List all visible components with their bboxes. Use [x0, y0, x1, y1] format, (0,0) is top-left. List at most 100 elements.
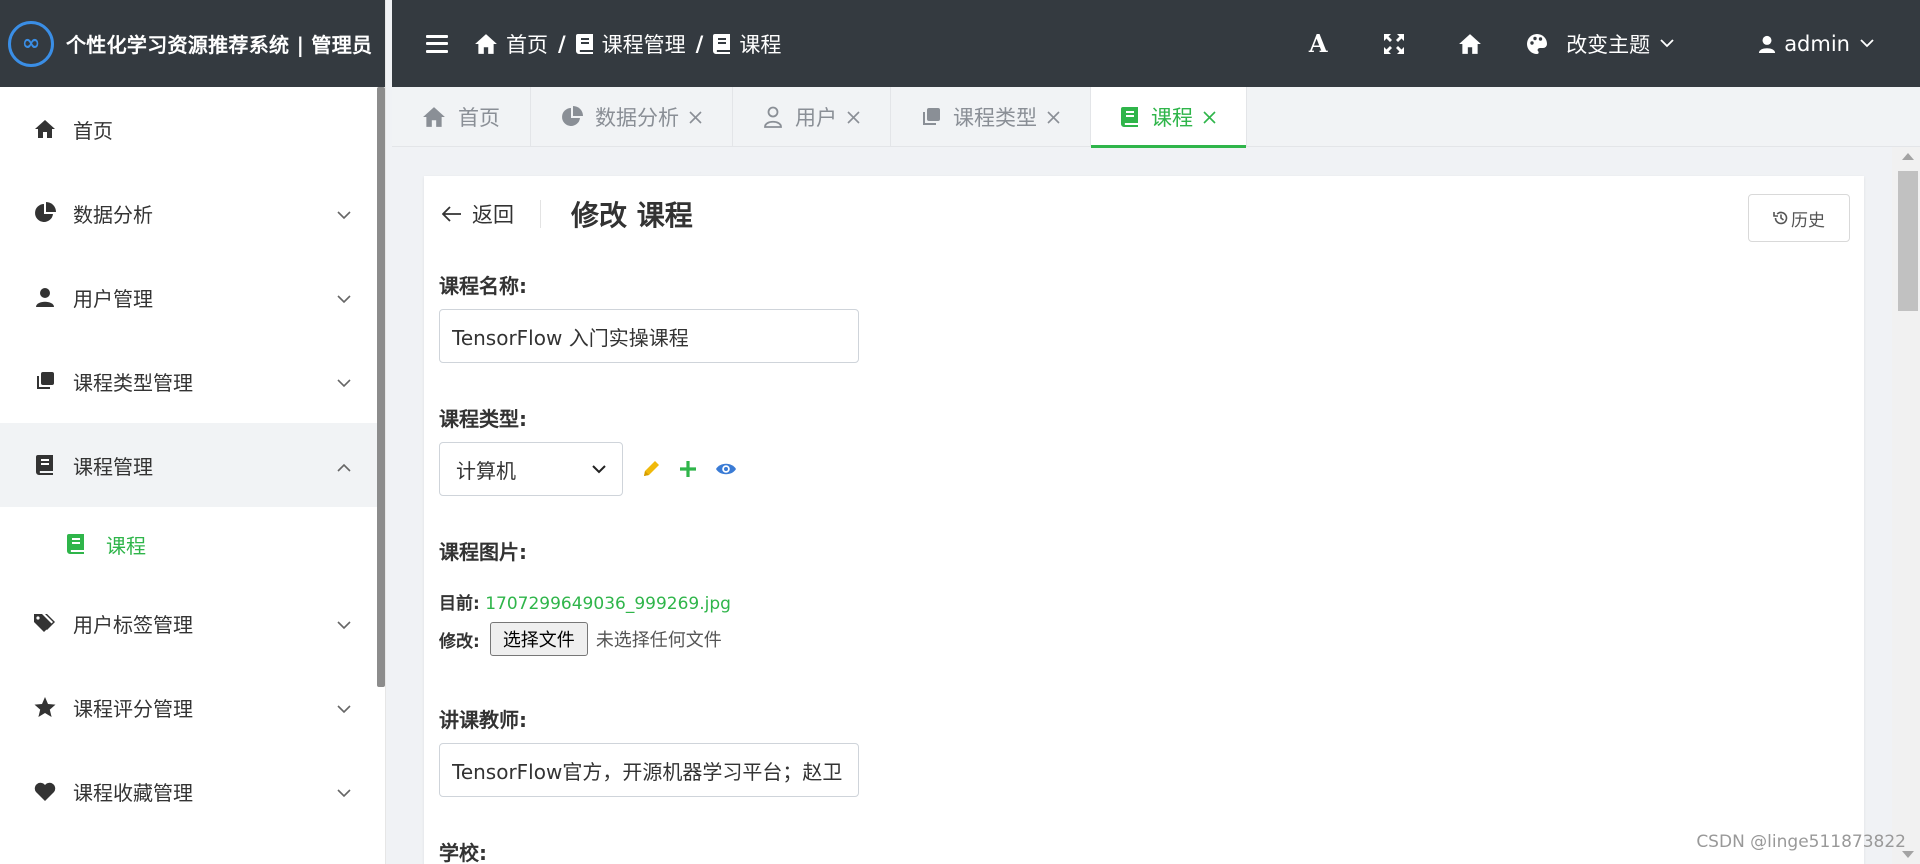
user-outline-icon: [763, 106, 783, 128]
field-label: 课程类型:: [439, 407, 527, 431]
course-name-field: 课程名称:: [439, 270, 859, 363]
tab-home[interactable]: 首页: [392, 87, 531, 147]
book-icon: [713, 33, 731, 54]
course-type-select[interactable]: 计算机: [439, 442, 623, 496]
breadcrumb: 首页 / 课程管理 / 课程: [474, 29, 781, 59]
pencil-icon[interactable]: [641, 459, 661, 479]
current-file-link[interactable]: 1707299649036_999269.jpg: [485, 594, 731, 614]
sidebar-item-course-rating-management[interactable]: 课程评分管理: [0, 665, 385, 749]
back-button[interactable]: 返回: [442, 200, 541, 228]
history-icon: [1773, 210, 1789, 226]
sidebar-item-label: 课程管理: [73, 454, 153, 479]
scroll-thumb[interactable]: [1898, 171, 1918, 311]
field-label: 讲课教师:: [439, 708, 527, 732]
theme-label: 改变主题: [1566, 32, 1651, 57]
home-icon: [422, 106, 446, 128]
breadcrumb-separator: /: [558, 31, 566, 56]
username: admin: [1784, 31, 1850, 56]
sidebar-menu: 首页 数据分析 用户管理 课程类型管理 课程管理 课程 用户标签管理 课程评分管…: [0, 87, 385, 833]
page-scrollbar[interactable]: [1892, 147, 1920, 864]
breadcrumb-label: 课程: [739, 32, 782, 57]
sidebar-item-course-management[interactable]: 课程管理: [0, 423, 385, 507]
course-type-row: 计算机: [439, 442, 737, 496]
user-menu[interactable]: admin: [1758, 32, 1874, 56]
sidebar-item-label: 课程评分管理: [73, 696, 193, 721]
sidebar-item-course-type-management[interactable]: 课程类型管理: [0, 339, 385, 423]
no-file-text: 未选择任何文件: [595, 630, 722, 651]
breadcrumb-home[interactable]: 首页: [474, 29, 548, 59]
tab-label: 首页: [458, 106, 500, 130]
tags-icon: [33, 611, 57, 635]
font-size-icon[interactable]: A: [1306, 29, 1330, 58]
copy-icon: [921, 107, 941, 127]
theme-switcher[interactable]: 改变主题: [1526, 29, 1674, 59]
sidebar-item-user-management[interactable]: 用户管理: [0, 255, 385, 339]
topbar-actions: A 改变主题 admin: [1306, 0, 1920, 87]
breadcrumb-label: 课程管理: [601, 32, 686, 57]
chevron-down-icon: [1660, 39, 1674, 48]
close-icon[interactable]: [847, 110, 860, 124]
tab-user[interactable]: 用户: [733, 87, 891, 147]
page-header: 返回 修改 课程: [442, 194, 693, 234]
star-icon: [33, 695, 57, 719]
copy-icon: [33, 369, 57, 393]
chevron-down-icon: [337, 695, 351, 719]
close-icon[interactable]: [1047, 110, 1060, 124]
breadcrumb-course[interactable]: 课程: [713, 29, 781, 59]
tab-course[interactable]: 课程: [1091, 87, 1247, 148]
school-field: 学校:: [439, 837, 487, 864]
breadcrumb-label: 首页: [506, 32, 548, 57]
teacher-field: 讲课教师:: [439, 704, 859, 797]
chevron-down-icon: [337, 611, 351, 635]
back-label: 返回: [472, 203, 514, 227]
menu-toggle-icon[interactable]: [426, 34, 448, 53]
sidebar-item-user-tag-management[interactable]: 用户标签管理: [0, 581, 385, 665]
sidebar-item-data-analysis[interactable]: 数据分析: [0, 171, 385, 255]
field-label: 学校:: [439, 841, 487, 864]
logo-icon: ∞: [8, 20, 54, 67]
sidebar-item-label: 课程收藏管理: [73, 780, 193, 805]
user-icon: [33, 285, 57, 309]
page-title: 修改 课程: [571, 199, 693, 232]
change-file-row: 修改: 选择文件 未选择任何文件: [439, 622, 731, 656]
tab-label: 数据分析: [595, 106, 679, 130]
chevron-down-icon: [337, 285, 351, 309]
sidebar-scrollbar[interactable]: [377, 87, 385, 687]
teacher-input[interactable]: [439, 743, 859, 797]
history-label: 历史: [1791, 210, 1825, 230]
scroll-down-arrow-icon[interactable]: [1902, 851, 1914, 858]
sidebar-item-home[interactable]: 首页: [0, 87, 385, 171]
course-name-input[interactable]: [439, 309, 859, 363]
breadcrumb-separator: /: [695, 31, 704, 56]
pie-chart-icon: [561, 106, 583, 128]
book-icon: [64, 532, 88, 556]
home-icon[interactable]: [1458, 32, 1482, 56]
sidebar-item-label: 数据分析: [73, 202, 153, 227]
edit-course-card: 返回 修改 课程 历史 课程名称: 课程类型: 计算机 课程图片: 目前: 17…: [424, 176, 1864, 864]
chevron-up-icon: [337, 453, 351, 477]
fullscreen-icon[interactable]: [1382, 32, 1406, 56]
scroll-up-arrow-icon[interactable]: [1902, 153, 1914, 160]
brand-title: 个性化学习资源推荐系统 | 管理员: [66, 33, 373, 57]
current-file-label: 目前:: [439, 594, 480, 614]
chevron-down-icon: [337, 779, 351, 803]
close-icon[interactable]: [1203, 110, 1216, 124]
field-label: 课程图片:: [439, 540, 527, 564]
breadcrumb-course-management[interactable]: 课程管理: [575, 29, 686, 59]
brand: ∞ 个性化学习资源推荐系统 | 管理员: [0, 0, 385, 87]
plus-icon[interactable]: [679, 460, 697, 478]
current-file-row: 目前: 1707299649036_999269.jpg: [439, 589, 731, 614]
eye-icon[interactable]: [715, 461, 737, 477]
sidebar-subitem-course[interactable]: 课程: [0, 507, 385, 581]
sidebar-item-label: 用户管理: [73, 286, 153, 311]
close-icon[interactable]: [689, 110, 702, 124]
choose-file-button[interactable]: 选择文件: [489, 622, 588, 656]
selected-value: 计算机: [456, 458, 516, 483]
book-icon: [1121, 107, 1139, 127]
tab-data-analysis[interactable]: 数据分析: [531, 87, 733, 147]
book-icon: [575, 33, 594, 54]
tab-bar: 首页 数据分析 用户 课程类型 课程: [392, 87, 1920, 148]
tab-course-type[interactable]: 课程类型: [891, 87, 1091, 147]
history-button[interactable]: 历史: [1748, 194, 1850, 242]
sidebar-item-course-favorite-management[interactable]: 课程收藏管理: [0, 749, 385, 833]
